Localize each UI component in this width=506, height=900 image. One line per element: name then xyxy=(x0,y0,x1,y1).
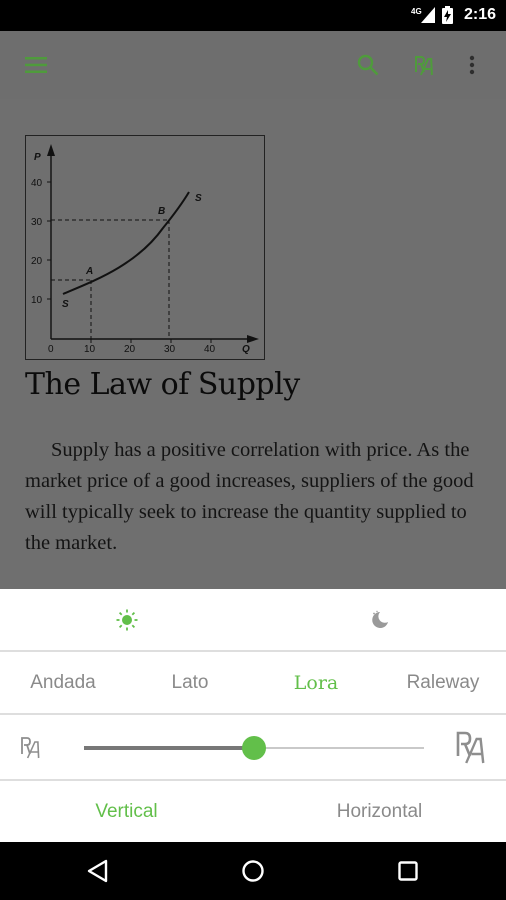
curve-label-s: S xyxy=(195,193,202,204)
point-label-b: B xyxy=(158,206,165,217)
back-icon xyxy=(87,859,108,883)
navigation-bar xyxy=(0,842,506,900)
dark-theme-option[interactable] xyxy=(253,589,506,650)
theme-row xyxy=(0,589,506,652)
light-theme-option[interactable] xyxy=(0,589,253,650)
orientation-horizontal[interactable]: Horizontal xyxy=(253,781,506,842)
text-size-slider[interactable] xyxy=(84,736,424,760)
x-tick-label: 0 xyxy=(48,344,54,355)
font-option-lora[interactable]: Lora xyxy=(253,652,379,713)
x-tick-label: 40 xyxy=(204,344,216,355)
home-button[interactable] xyxy=(213,842,293,900)
orientation-vertical[interactable]: Vertical xyxy=(0,781,253,842)
y-tick-label: 20 xyxy=(31,256,43,267)
supply-curve xyxy=(62,191,190,295)
search-icon xyxy=(357,54,379,76)
menu-button[interactable] xyxy=(14,31,58,99)
slider-fill xyxy=(84,746,254,750)
x-tick-label: 30 xyxy=(164,344,176,355)
article-paragraph: Supply has a positive correlation with p… xyxy=(25,439,474,554)
font-row: Andada Lato Lora Raleway xyxy=(0,652,506,715)
y-tick-label: 10 xyxy=(31,295,43,306)
font-size-icon xyxy=(415,56,433,76)
text-size-row xyxy=(0,715,506,781)
home-icon xyxy=(242,860,264,882)
slider-thumb[interactable] xyxy=(242,736,266,760)
article-content: P Q 40 30 20 10 0 10 20 30 40 A B S S Th… xyxy=(0,99,506,589)
y-tick-label: 40 xyxy=(31,178,43,189)
x-axis-label: Q xyxy=(242,344,250,355)
more-options-button[interactable] xyxy=(458,31,486,99)
font-option-andada[interactable]: Andada xyxy=(0,652,126,713)
orientation-row: Vertical Horizontal xyxy=(0,781,506,842)
y-tick-label: 30 xyxy=(31,217,43,228)
point-label-a: A xyxy=(85,266,93,277)
font-option-lato[interactable]: Lato xyxy=(127,652,253,713)
status-bar: 4G 2:16 xyxy=(0,0,506,31)
x-tick-label: 20 xyxy=(124,344,136,355)
small-text-icon[interactable] xyxy=(20,734,46,765)
article-title: The Law of Supply xyxy=(25,367,300,402)
recents-button[interactable] xyxy=(368,842,448,900)
supply-curve-figure: P Q 40 30 20 10 0 10 20 30 40 A B S S xyxy=(25,135,265,360)
font-option-raleway[interactable]: Raleway xyxy=(380,652,506,713)
battery-icon xyxy=(442,6,453,29)
search-button[interactable] xyxy=(346,31,390,99)
sun-icon xyxy=(116,609,137,630)
recents-icon xyxy=(398,861,418,881)
moon-icon xyxy=(371,610,388,628)
menu-icon xyxy=(25,57,47,73)
signal-icon xyxy=(421,7,435,28)
more-vert-icon xyxy=(469,55,475,75)
reading-settings-sheet: Andada Lato Lora Raleway Vertical Horizo… xyxy=(0,589,506,842)
large-text-icon[interactable] xyxy=(456,729,492,770)
app-bar xyxy=(0,31,506,99)
back-button[interactable] xyxy=(58,842,138,900)
x-tick-label: 10 xyxy=(84,344,96,355)
y-axis-label: P xyxy=(34,152,41,163)
curve-label-s: S xyxy=(62,299,69,310)
clock: 2:16 xyxy=(463,6,496,23)
font-size-button[interactable] xyxy=(404,31,448,99)
